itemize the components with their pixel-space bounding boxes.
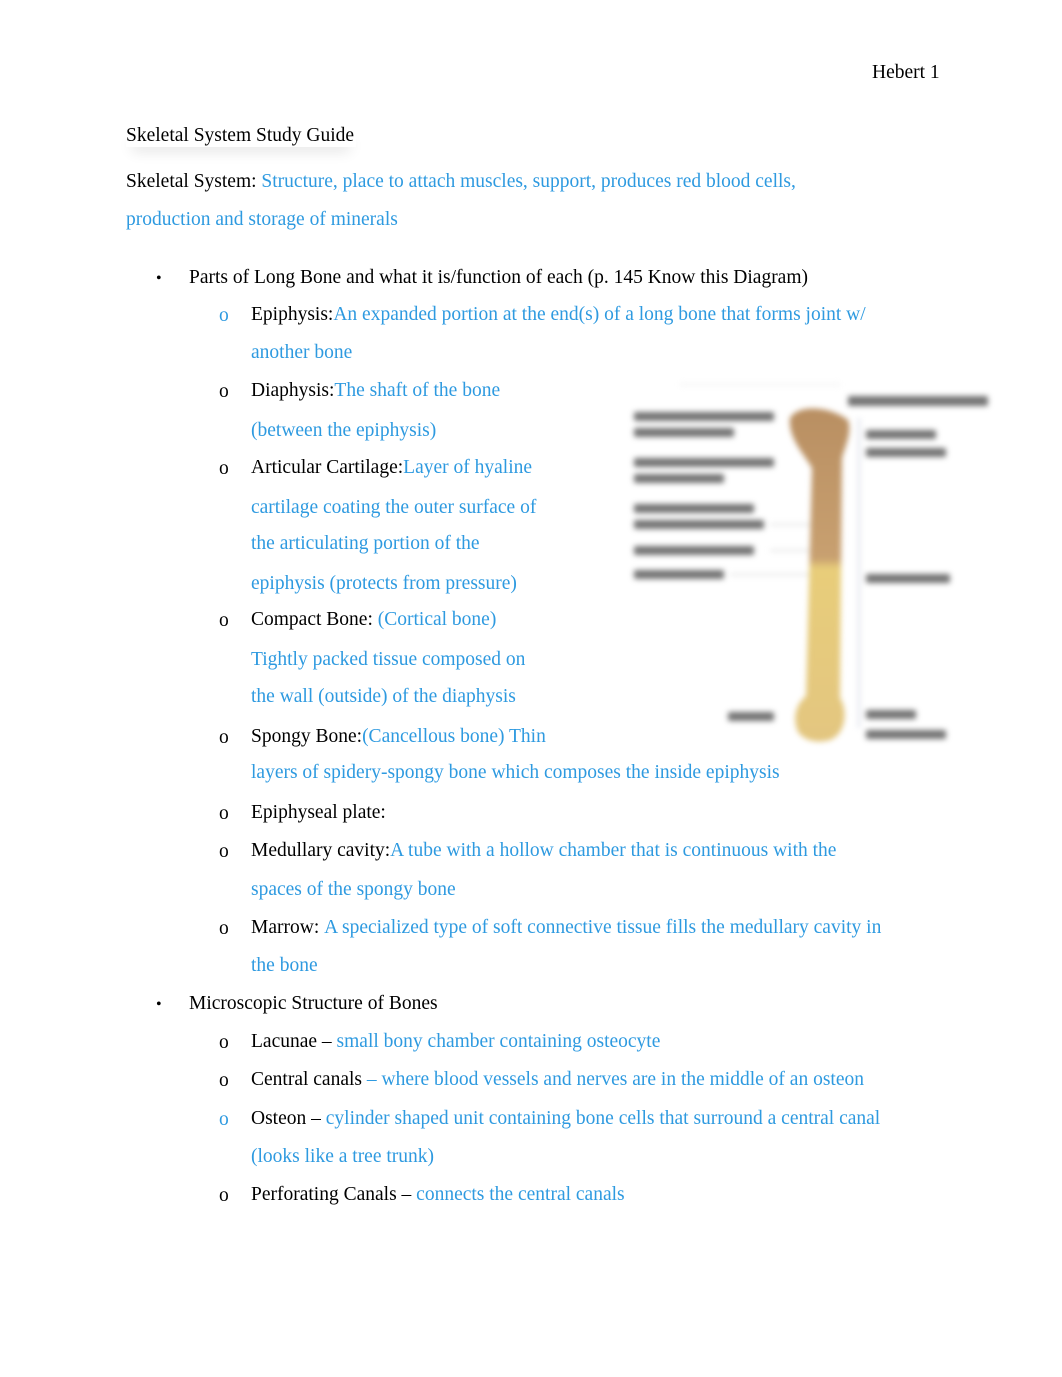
- definition: (Cancellous bone) Thin: [362, 726, 546, 747]
- document-title: Skeletal System Study Guide: [126, 125, 355, 146]
- sub-bullet-icon: o: [219, 458, 229, 479]
- intro-term: Skeletal System:: [126, 171, 257, 192]
- sub-bullet-icon: o: [219, 1032, 229, 1053]
- sub-bullet-icon: o: [219, 918, 229, 939]
- definition-continued: epiphysis (protects from pressure): [251, 573, 517, 594]
- term: Articular Cartilage:: [251, 457, 404, 478]
- list-item-spongy-bone: Spongy Bone:(Cancellous bone) Thin: [251, 726, 546, 748]
- definition-continued: Tightly packed tissue composed on: [251, 649, 526, 670]
- femur-shape: [789, 408, 850, 742]
- long-bone-diagram: [620, 378, 1000, 750]
- definition-continued: the wall (outside) of the diaphysis: [251, 686, 516, 707]
- list-item-medullary-cavity: Medullary cavity:A tube with a hollow ch…: [251, 840, 836, 862]
- term: Osteon –: [251, 1108, 321, 1129]
- term: Perforating Canals –: [251, 1184, 412, 1205]
- sub-bullet-icon: o: [219, 1109, 229, 1130]
- sub-bullet-icon: o: [219, 1070, 229, 1091]
- list-item-compact-bone: Compact Bone: (Cortical bone): [251, 609, 496, 631]
- definition: The shaft of the bone: [334, 380, 501, 401]
- sub-bullet-icon: o: [219, 381, 229, 402]
- list-item-osteon: Osteon – cylinder shaped unit containing…: [251, 1108, 880, 1130]
- list-item-epiphyseal-plate: Epiphyseal plate:: [251, 802, 386, 823]
- intro-definition: Structure, place to attach muscles, supp…: [261, 171, 796, 192]
- bullet-icon: •: [156, 996, 162, 1013]
- definition: (Cortical bone): [377, 609, 497, 630]
- bone-illustration: [789, 408, 850, 742]
- definition-continued: layers of spidery-spongy bone which comp…: [251, 762, 780, 783]
- sub-bullet-icon: o: [219, 610, 229, 631]
- intro-line-2: production and storage of minerals: [126, 209, 398, 230]
- sub-bullet-icon: o: [219, 727, 229, 748]
- intro-line-1: Skeletal System: Structure, place to att…: [126, 171, 796, 193]
- definition-continued: (looks like a tree trunk): [251, 1146, 435, 1167]
- definition: An expanded portion at the end(s) of a l…: [333, 304, 866, 325]
- definition: connects the central canals: [416, 1184, 625, 1205]
- definition: cylinder shaped unit containing bone cel…: [325, 1108, 881, 1129]
- sub-bullet-icon: o: [219, 1185, 229, 1206]
- definition: A tube with a hollow chamber that is con…: [390, 840, 837, 861]
- definition-continued: cartilage coating the outer surface of: [251, 497, 537, 518]
- section-heading-parts-of-long-bone: Parts of Long Bone and what it is/functi…: [189, 267, 809, 288]
- list-item-perforating-canals: Perforating Canals – connects the centra…: [251, 1184, 625, 1206]
- term: Central canals: [251, 1069, 362, 1090]
- definition-continued: spaces of the spongy bone: [251, 879, 456, 900]
- sub-bullet-icon: o: [219, 803, 229, 824]
- bullet-icon: •: [156, 270, 162, 287]
- definition: – where blood vessels and nerves are in …: [366, 1069, 864, 1090]
- definition-continued: another bone: [251, 342, 353, 363]
- definition-continued: (between the epiphysis): [251, 420, 437, 441]
- definition-continued: the bone: [251, 955, 318, 976]
- list-item-central-canals: Central canals – where blood vessels and…: [251, 1069, 864, 1091]
- list-item-lacunae: Lacunae – small bony chamber containing …: [251, 1031, 660, 1053]
- definition: A specialized type of soft connective ti…: [324, 917, 882, 938]
- sub-bullet-icon: o: [219, 841, 229, 862]
- term: Lacunae –: [251, 1031, 332, 1052]
- definition: small bony chamber containing osteocyte: [336, 1031, 661, 1052]
- term: Epiphysis:: [251, 304, 334, 325]
- section-heading-microscopic-structure: Microscopic Structure of Bones: [189, 993, 438, 1014]
- term: Compact Bone:: [251, 609, 373, 630]
- term: Diaphysis:: [251, 380, 335, 401]
- list-item-diaphysis: Diaphysis:The shaft of the bone: [251, 380, 500, 402]
- term: Spongy Bone:: [251, 726, 363, 747]
- list-item-articular-cartilage: Articular Cartilage:Layer of hyaline: [251, 457, 532, 479]
- list-item-marrow: Marrow: A specialized type of soft conne…: [251, 917, 881, 939]
- term: Marrow:: [251, 917, 320, 938]
- sub-bullet-icon: o: [219, 305, 229, 326]
- page-header-label: Hebert 1: [872, 62, 940, 83]
- term: Medullary cavity:: [251, 840, 391, 861]
- definition: Layer of hyaline: [403, 457, 533, 478]
- list-item-epiphysis: Epiphysis:An expanded portion at the end…: [251, 304, 866, 326]
- definition-continued: the articulating portion of the: [251, 533, 480, 554]
